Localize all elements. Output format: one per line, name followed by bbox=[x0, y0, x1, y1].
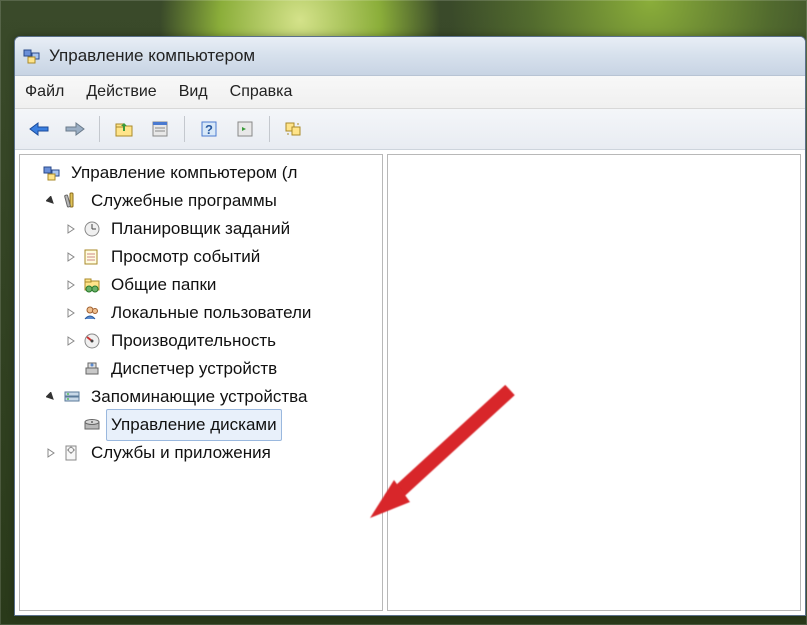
app-icon bbox=[23, 47, 41, 65]
window-title: Управление компьютером bbox=[49, 46, 255, 66]
forward-button[interactable] bbox=[59, 113, 91, 145]
titlebar[interactable]: Управление компьютером bbox=[15, 37, 805, 76]
menubar: Файл Действие Вид Справка bbox=[15, 76, 805, 109]
toolbar-separator bbox=[184, 116, 185, 142]
tree-root[interactable]: Управление компьютером (л bbox=[24, 159, 382, 187]
tree-shared-folders[interactable]: Общие папки bbox=[64, 271, 382, 299]
menu-action[interactable]: Действие bbox=[86, 83, 156, 101]
tools-icon bbox=[62, 191, 82, 211]
mmc-window: Управление компьютером Файл Действие Вид… bbox=[14, 36, 806, 616]
help-button[interactable]: ? bbox=[193, 113, 225, 145]
toolbar: ? bbox=[15, 109, 805, 150]
tree-pane: Управление компьютером (л bbox=[19, 154, 383, 611]
performance-icon bbox=[82, 331, 102, 351]
clock-icon bbox=[82, 219, 102, 239]
expander-expanded-icon[interactable] bbox=[44, 194, 58, 208]
expander-collapsed-icon[interactable] bbox=[64, 250, 78, 264]
expander-collapsed-icon[interactable] bbox=[64, 334, 78, 348]
up-folder-button[interactable] bbox=[108, 113, 140, 145]
storage-icon bbox=[62, 387, 82, 407]
export-button[interactable] bbox=[278, 113, 310, 145]
content-area: Управление компьютером (л bbox=[15, 150, 805, 615]
expander-collapsed-icon[interactable] bbox=[64, 278, 78, 292]
tree-system-tools[interactable]: Служебные программы bbox=[44, 187, 382, 215]
menu-file[interactable]: Файл bbox=[25, 83, 64, 101]
expander-expanded-icon[interactable] bbox=[44, 390, 58, 404]
tree-performance[interactable]: Производительность bbox=[64, 327, 382, 355]
details-pane bbox=[387, 154, 801, 611]
properties-button[interactable] bbox=[144, 113, 176, 145]
computer-management-icon bbox=[42, 163, 62, 183]
svg-text:?: ? bbox=[205, 122, 213, 137]
back-button[interactable] bbox=[23, 113, 55, 145]
toolbar-separator bbox=[269, 116, 270, 142]
tree-storage[interactable]: Запоминающие устройства bbox=[44, 383, 382, 411]
tree-device-manager[interactable]: Диспетчер устройств bbox=[64, 355, 382, 383]
tree-services-label: Службы и приложения bbox=[86, 437, 276, 469]
disk-icon bbox=[82, 415, 102, 435]
tree-local-users[interactable]: Локальные пользователи bbox=[64, 299, 382, 327]
device-manager-icon bbox=[82, 359, 102, 379]
services-icon bbox=[62, 443, 82, 463]
expander-collapsed-icon[interactable] bbox=[44, 446, 58, 460]
users-icon bbox=[82, 303, 102, 323]
tree-services[interactable]: Службы и приложения bbox=[44, 439, 382, 467]
expander-collapsed-icon[interactable] bbox=[64, 306, 78, 320]
tree: Управление компьютером (л bbox=[20, 159, 382, 467]
tree-disk-management[interactable]: Управление дисками bbox=[64, 411, 382, 439]
tree-event-viewer[interactable]: Просмотр событий bbox=[64, 243, 382, 271]
menu-help[interactable]: Справка bbox=[230, 83, 293, 101]
menu-view[interactable]: Вид bbox=[179, 83, 208, 101]
shared-folder-icon bbox=[82, 275, 102, 295]
expander-collapsed-icon[interactable] bbox=[64, 222, 78, 236]
event-log-icon bbox=[82, 247, 102, 267]
tree-task-scheduler[interactable]: Планировщик заданий bbox=[64, 215, 382, 243]
refresh-button[interactable] bbox=[229, 113, 261, 145]
toolbar-separator bbox=[99, 116, 100, 142]
